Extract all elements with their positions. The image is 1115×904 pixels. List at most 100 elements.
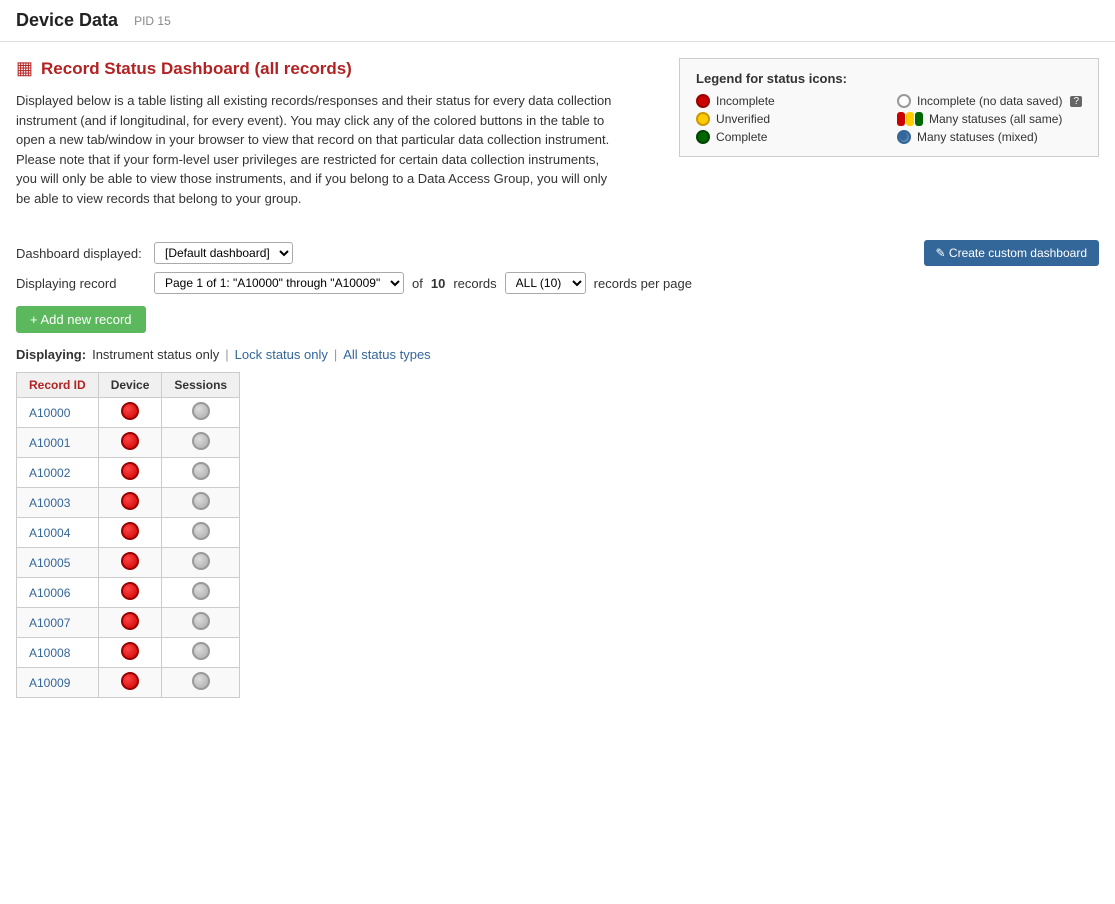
device-status-icon[interactable] [121,672,139,690]
table-row: A10003 [17,488,240,518]
device-status-icon[interactable] [121,492,139,510]
device-status-icon[interactable] [121,612,139,630]
device-status-icon[interactable] [121,552,139,570]
sessions-status-icon[interactable] [192,462,210,480]
records-table: Record ID Device Sessions A10000A10001A1… [16,372,240,698]
cell-device [98,428,162,458]
cell-device [98,638,162,668]
incomplete-no-data-icon [897,94,911,108]
cell-sessions [162,638,240,668]
legend-grid: Incomplete Incomplete (no data saved) ? … [696,94,1082,144]
sessions-status-icon[interactable] [192,552,210,570]
legend-box: Legend for status icons: Incomplete Inco… [679,58,1099,157]
many-same-label: Many statuses (all same) [929,112,1062,126]
sep1: | [225,347,228,362]
sessions-status-icon[interactable] [192,582,210,600]
cell-record-id: A10004 [17,518,99,548]
create-dashboard-button[interactable]: ✎ Create custom dashboard [924,240,1099,266]
table-row: A10002 [17,458,240,488]
cell-device [98,548,162,578]
device-status-icon[interactable] [121,522,139,540]
legend-complete: Complete [696,130,881,144]
complete-label: Complete [716,130,767,144]
app-title: Device Data [16,10,118,31]
all-status-link[interactable]: All status types [343,347,430,362]
record-label: Displaying record [16,276,146,291]
record-id-link[interactable]: A10001 [29,436,70,450]
cell-record-id: A10006 [17,578,99,608]
dashboard-select[interactable]: [Default dashboard] [154,242,293,264]
legend-incomplete-no-data: Incomplete (no data saved) ? [897,94,1082,108]
table-row: A10006 [17,578,240,608]
per-page-label: records per page [594,276,692,291]
sessions-status-icon[interactable] [192,402,210,420]
traffic-icon [897,112,923,126]
device-status-icon[interactable] [121,642,139,660]
complete-icon [696,130,710,144]
col-device: Device [98,373,162,398]
sessions-status-icon[interactable] [192,522,210,540]
displaying-label: Displaying: [16,347,86,362]
cell-sessions [162,428,240,458]
cell-record-id: A10007 [17,608,99,638]
table-row: A10007 [17,608,240,638]
sessions-status-icon[interactable] [192,612,210,630]
table-header-row: Record ID Device Sessions [17,373,240,398]
incomplete-label: Incomplete [716,94,775,108]
device-status-icon[interactable] [121,462,139,480]
sessions-status-icon[interactable] [192,672,210,690]
cell-device [98,488,162,518]
traffic-yellow [906,112,914,126]
cell-device [98,668,162,698]
many-mixed-label: Many statuses (mixed) [917,130,1038,144]
device-status-icon[interactable] [121,582,139,600]
record-id-link[interactable]: A10009 [29,676,70,690]
legend-unverified: Unverified [696,112,881,126]
mixed-icon [897,130,911,144]
unverified-label: Unverified [716,112,770,126]
record-id-link[interactable]: A10000 [29,406,70,420]
traffic-green [915,112,923,126]
cell-sessions [162,548,240,578]
sessions-status-icon[interactable] [192,492,210,510]
cell-device [98,518,162,548]
displaying-bar: Displaying: Instrument status only | Loc… [16,347,1099,362]
record-count: 10 [431,276,445,291]
sessions-status-icon[interactable] [192,642,210,660]
controls-area: Dashboard displayed: [Default dashboard]… [16,240,1099,294]
record-pages-select[interactable]: Page 1 of 1: "A10000" through "A10009" [154,272,404,294]
incomplete-no-data-label: Incomplete (no data saved) [917,94,1062,108]
legend-incomplete: Incomplete [696,94,881,108]
cell-sessions [162,488,240,518]
grid-icon: ▦ [16,58,33,79]
record-row: Displaying record Page 1 of 1: "A10000" … [16,272,1099,294]
add-record-button[interactable]: + Add new record [16,306,146,333]
record-id-link[interactable]: A10007 [29,616,70,630]
question-badge: ? [1070,96,1082,107]
cell-record-id: A10008 [17,638,99,668]
record-id-link[interactable]: A10002 [29,466,70,480]
cell-record-id: A10002 [17,458,99,488]
instrument-status-link[interactable]: Instrument status only [92,347,219,362]
per-page-select[interactable]: ALL (10) [505,272,586,294]
cell-record-id: A10000 [17,398,99,428]
cell-device [98,578,162,608]
page-title: Record Status Dashboard (all records) [41,59,352,79]
record-id-link[interactable]: A10003 [29,496,70,510]
table-body: A10000 A10001 A10002 A10003 A10004 A10005 A100… [17,398,240,698]
records-label: records [453,276,496,291]
top-section: ▦ Record Status Dashboard (all records) … [16,58,1099,224]
legend-title: Legend for status icons: [696,71,1082,86]
record-id-link[interactable]: A10006 [29,586,70,600]
lock-status-link[interactable]: Lock status only [235,347,328,362]
device-status-icon[interactable] [121,402,139,420]
record-id-link[interactable]: A10008 [29,646,70,660]
record-id-link[interactable]: A10004 [29,526,70,540]
table-row: A10000 [17,398,240,428]
legend-many-mixed: Many statuses (mixed) [897,130,1082,144]
record-id-link[interactable]: A10005 [29,556,70,570]
device-status-icon[interactable] [121,432,139,450]
main-content: ▦ Record Status Dashboard (all records) … [0,42,1115,714]
sessions-status-icon[interactable] [192,432,210,450]
cell-sessions [162,608,240,638]
